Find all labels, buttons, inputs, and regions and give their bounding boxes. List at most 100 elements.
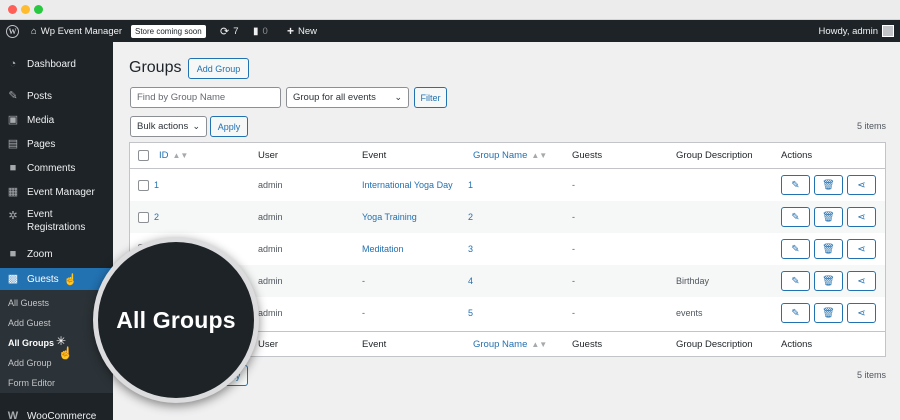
greeting: Howdy, admin — [818, 25, 879, 37]
pencil-icon: ✎ — [791, 243, 800, 255]
submenu-item-form-editor[interactable]: Form Editor — [8, 378, 55, 388]
share-icon: ⋖ — [857, 243, 866, 255]
row-guests: - — [572, 180, 575, 190]
minimize-window-button[interactable] — [21, 5, 30, 14]
share-button[interactable]: ⋖ — [847, 207, 876, 227]
maximize-window-button[interactable] — [34, 5, 43, 14]
comments-icon: ■ — [9, 162, 17, 174]
select-all-checkbox[interactable] — [138, 150, 149, 161]
row-group-name[interactable]: 1 — [468, 169, 473, 201]
store-status-badge[interactable]: Store coming soon — [131, 20, 206, 42]
column-id[interactable]: ID ▲▼ — [159, 143, 188, 168]
edit-button[interactable]: ✎ — [781, 271, 810, 291]
plus-icon: + — [287, 24, 295, 38]
sidebar-item-event-registrations[interactable]: ✲ Event Registrations — [0, 208, 113, 236]
comment-bubble-icon: ▮ — [253, 25, 259, 37]
row-checkbox[interactable] — [138, 211, 149, 223]
share-button[interactable]: ⋖ — [847, 303, 876, 323]
sidebar-item-comments[interactable]: ■ Comments — [0, 160, 113, 176]
dashboard-icon: ◔ — [9, 58, 17, 70]
sidebar-item-zoom[interactable]: ■ Zoom — [0, 246, 113, 262]
share-icon: ⋖ — [857, 307, 866, 319]
sidebar-item-dashboard[interactable]: ◔ Dashboard — [0, 56, 113, 72]
row-event[interactable]: Meditation — [362, 233, 404, 265]
column-group-description: Group Description — [676, 150, 753, 161]
sidebar-item-posts[interactable]: ✎ Posts — [0, 88, 113, 104]
page-title: Groups — [129, 59, 182, 76]
calendar-icon: ▦ — [7, 186, 19, 198]
submenu-item-all-guests[interactable]: All Guests — [8, 298, 49, 308]
sidebar-item-media[interactable]: ▣ Media — [0, 112, 113, 128]
share-icon: ⋖ — [857, 275, 866, 287]
delete-button[interactable]: 🗑 — [814, 239, 843, 259]
close-window-button[interactable] — [8, 5, 17, 14]
woocommerce-icon: W — [7, 410, 19, 420]
share-button[interactable]: ⋖ — [847, 239, 876, 259]
row-group-name[interactable]: 5 — [468, 297, 473, 329]
row-event: - — [362, 276, 365, 286]
share-button[interactable]: ⋖ — [847, 175, 876, 195]
trash-icon: 🗑 — [822, 179, 835, 191]
row-checkbox[interactable] — [138, 179, 149, 191]
comments-count: 0 — [262, 25, 268, 37]
row-guests: - — [572, 212, 575, 222]
filter-button[interactable]: Filter — [414, 87, 447, 108]
chevron-down-icon: ⌄ — [192, 121, 200, 131]
delete-button[interactable]: 🗑 — [814, 175, 843, 195]
avatar — [882, 25, 894, 37]
trash-icon: 🗑 — [822, 307, 835, 319]
wordpress-logo-icon: W — [6, 24, 19, 38]
admin-sidebar: ◔ Dashboard ✎ Posts ▣ Media ▤ Pages ■ Co… — [0, 42, 113, 420]
column-actions-footer: Actions — [781, 339, 813, 350]
zoom-callout-text: All Groups — [116, 306, 236, 333]
sort-icon: ▲▼ — [531, 340, 548, 349]
column-group-name[interactable]: Group Name ▲▼ — [473, 143, 547, 168]
edit-button[interactable]: ✎ — [781, 239, 810, 259]
delete-button[interactable]: 🗑 — [814, 303, 843, 323]
home-icon: ⌂ — [31, 25, 37, 37]
row-guests: - — [572, 244, 575, 254]
account-menu[interactable]: Howdy, admin — [818, 20, 894, 42]
share-button[interactable]: ⋖ — [847, 271, 876, 291]
edit-button[interactable]: ✎ — [781, 175, 810, 195]
row-group-name[interactable]: 3 — [468, 233, 473, 265]
sidebar-item-pages[interactable]: ▤ Pages — [0, 136, 113, 152]
search-group-input[interactable]: Find by Group Name — [130, 87, 281, 108]
delete-button[interactable]: 🗑 — [814, 207, 843, 227]
updates-icon: ⟳ — [220, 25, 230, 38]
edit-button[interactable]: ✎ — [781, 303, 810, 323]
column-group-description-footer: Group Description — [676, 339, 753, 350]
row-event[interactable]: International Yoga Day — [362, 169, 453, 201]
apply-button-top[interactable]: Apply — [210, 116, 248, 137]
sidebar-item-guests[interactable]: ▩ Guests ☝ — [0, 268, 113, 290]
row-group-name[interactable]: 2 — [468, 201, 473, 233]
site-name-menu[interactable]: ⌂ Wp Event Manager — [31, 20, 122, 42]
wordpress-logo-menu[interactable]: W — [6, 20, 19, 42]
submenu-item-add-guest[interactable]: Add Guest — [8, 318, 51, 328]
comments-menu[interactable]: ▮ 0 — [253, 20, 268, 42]
pencil-icon: ✎ — [791, 275, 800, 287]
sidebar-item-woocommerce[interactable]: W WooCommerce — [0, 408, 113, 420]
pages-icon: ▤ — [7, 138, 19, 150]
edit-button[interactable]: ✎ — [781, 207, 810, 227]
row-id[interactable]: 1 — [154, 169, 159, 201]
column-group-name-footer[interactable]: Group Name ▲▼ — [473, 332, 547, 357]
row-group-name[interactable]: 4 — [468, 265, 473, 297]
add-group-button[interactable]: Add Group — [188, 58, 249, 79]
row-event[interactable]: Yoga Training — [362, 201, 417, 233]
sidebar-item-event-manager[interactable]: ▦ Event Manager — [0, 184, 113, 200]
trash-icon: 🗑 — [822, 275, 835, 287]
submenu-item-all-groups[interactable]: All Groups — [8, 338, 54, 348]
window-titlebar — [0, 0, 900, 20]
bulk-actions-select[interactable]: Bulk actions ⌄ — [130, 116, 207, 137]
row-id[interactable]: 2 — [154, 201, 159, 233]
row-event: - — [362, 308, 365, 318]
delete-button[interactable]: 🗑 — [814, 271, 843, 291]
column-actions: Actions — [781, 150, 813, 161]
pencil-icon: ✎ — [791, 179, 800, 191]
new-content-menu[interactable]: + New — [287, 20, 317, 42]
registrations-icon: ✲ — [8, 210, 18, 222]
submenu-item-add-group[interactable]: Add Group — [8, 358, 52, 368]
updates-menu[interactable]: ⟳ 7 — [220, 20, 239, 42]
event-filter-select[interactable]: Group for all events ⌄ — [286, 87, 409, 108]
